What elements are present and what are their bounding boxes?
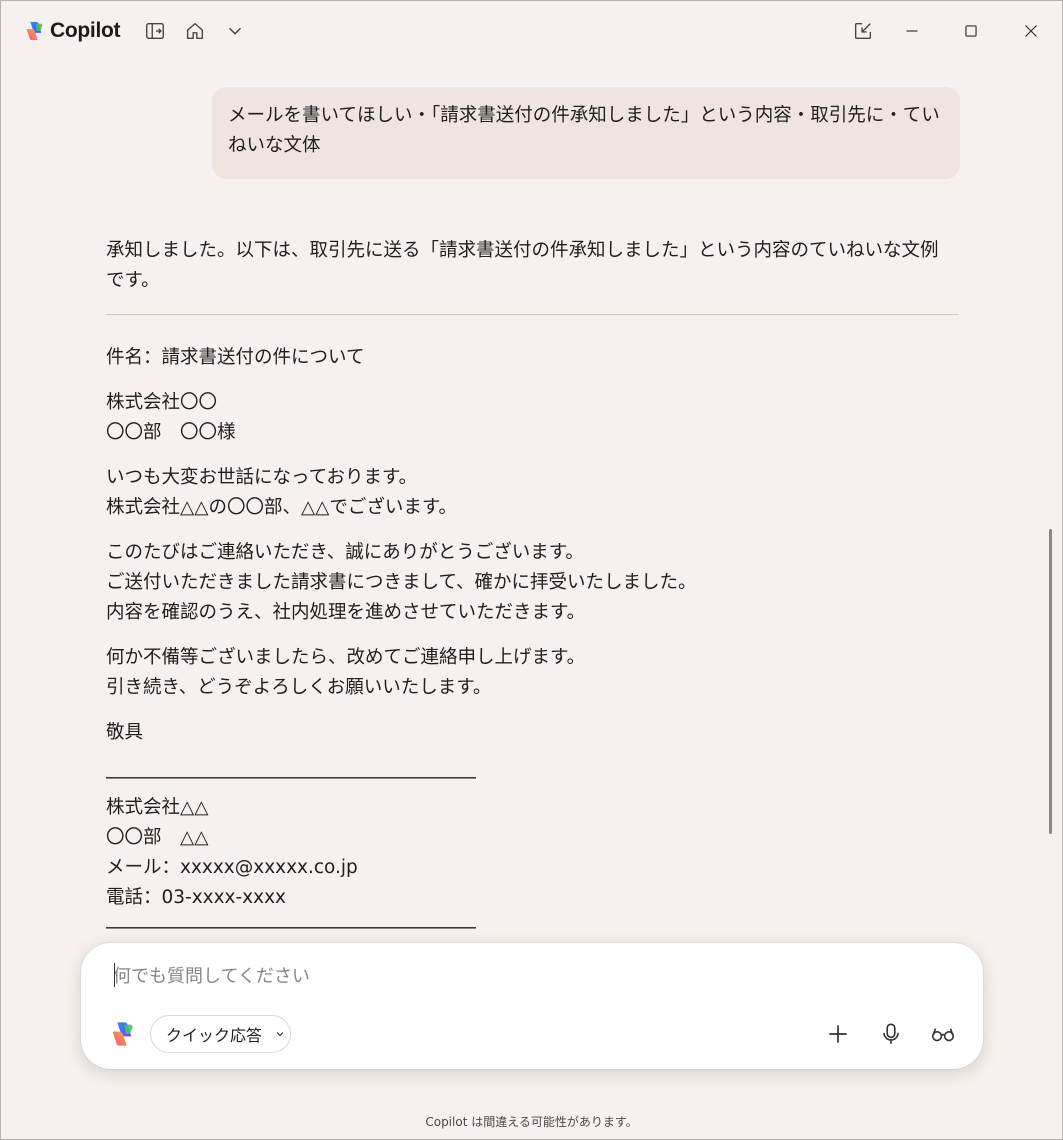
assistant-intro-text: 承知しました。以下は、取引先に送る「請求書送付の件承知しました」という内容のてい… <box>106 240 939 291</box>
recipient-person: 〇〇部 〇〇様 <box>106 422 236 443</box>
copilot-logo-icon <box>112 1022 133 1046</box>
signature-separator-top: ―――――――――――――――――――― <box>106 767 476 788</box>
closing-line-2: 引き続き、どうぞよろしくお願いいたします。 <box>106 677 492 698</box>
signature-separator-bottom: ―――――――――――――――――――― <box>106 917 476 938</box>
conversation-area[interactable]: メールを書いてほしい・「請求書送付の件承知しました」という内容・取引先に・ていね… <box>1 61 1062 941</box>
sender-company: 株式会社△△ <box>106 797 209 818</box>
chevron-down-icon[interactable] <box>223 19 247 43</box>
composer: クイック応答 <box>81 943 983 1069</box>
minimize-icon[interactable] <box>900 19 924 43</box>
email-sign-off: 敬具 <box>106 722 144 743</box>
recipient-company: 株式会社〇〇 <box>106 392 218 413</box>
response-mode-button[interactable]: クイック応答 <box>150 1015 291 1053</box>
maximize-icon[interactable] <box>959 19 983 43</box>
copilot-logo-icon <box>26 21 43 41</box>
close-icon[interactable] <box>1019 19 1043 43</box>
chevron-down-icon <box>276 1032 284 1037</box>
email-draft: 件名：請求書送付の件について 株式会社〇〇 〇〇部 〇〇様 いつも大変お世話にな… <box>106 343 956 941</box>
email-greeting: いつも大変お世話になっております。 株式会社△△の〇〇部、△△でございます。 <box>106 463 956 523</box>
user-message-text: メールを書いてほしい・「請求書送付の件承知しました」という内容・取引先に・ていね… <box>228 105 940 156</box>
home-icon[interactable] <box>183 19 207 43</box>
sender-mail: メール：xxxxx@xxxxx.co.jp <box>106 857 358 878</box>
assistant-intro: 承知しました。以下は、取引先に送る「請求書送付の件承知しました」という内容のてい… <box>106 236 956 296</box>
email-signature: ―――――――――――――――――――― 株式会社△△ 〇〇部 △△ メール：x… <box>106 763 956 941</box>
plus-icon[interactable] <box>823 1019 853 1049</box>
text-caret <box>114 963 115 987</box>
response-mode-label: クイック応答 <box>166 1026 263 1045</box>
glasses-icon[interactable] <box>928 1019 958 1049</box>
closing-line-1: 何か不備等ございましたら、改めてご連絡申し上げます。 <box>106 647 586 668</box>
email-recipient: 株式会社〇〇 〇〇部 〇〇様 <box>106 388 956 448</box>
email-body: このたびはご連絡いただき、誠にありがとうございます。 ご送付いただきました請求書… <box>106 538 956 628</box>
title-bar: Copilot <box>1 1 1062 61</box>
app-logo: Copilot <box>23 19 121 43</box>
greeting-line-1: いつも大変お世話になっております。 <box>106 467 418 488</box>
divider <box>106 314 959 315</box>
popout-icon[interactable] <box>851 19 875 43</box>
scrollbar-thumb[interactable] <box>1049 529 1052 834</box>
email-subject: 件名：請求書送付の件について <box>106 347 365 368</box>
sender-person: 〇〇部 △△ <box>106 827 209 848</box>
email-closing: 何か不備等ございましたら、改めてご連絡申し上げます。 引き続き、どうぞよろしくお… <box>106 643 956 703</box>
body-line-3: 内容を確認のうえ、社内処理を進めさせていただきます。 <box>106 602 586 623</box>
user-message: メールを書いてほしい・「請求書送付の件承知しました」という内容・取引先に・ていね… <box>212 87 960 179</box>
greeting-line-2: 株式会社△△の〇〇部、△△でございます。 <box>106 497 458 518</box>
sidebar-toggle-icon[interactable] <box>143 19 167 43</box>
copilot-window: Copilot メールを書いてほしい・「請求書送付の件承知しました」という内容・… <box>0 0 1063 1140</box>
body-line-2: ご送付いただきました請求書につきまして、確かに拝受いたしました。 <box>106 572 697 593</box>
body-line-1: このたびはご連絡いただき、誠にありがとうございます。 <box>106 542 584 563</box>
sender-phone: 電話：03-xxxx-xxxx <box>106 887 286 908</box>
microphone-icon[interactable] <box>876 1019 906 1049</box>
disclaimer: Copilot は間違える可能性があります。 <box>425 1115 638 1129</box>
app-title: Copilot <box>50 19 121 42</box>
prompt-input[interactable] <box>113 961 933 991</box>
